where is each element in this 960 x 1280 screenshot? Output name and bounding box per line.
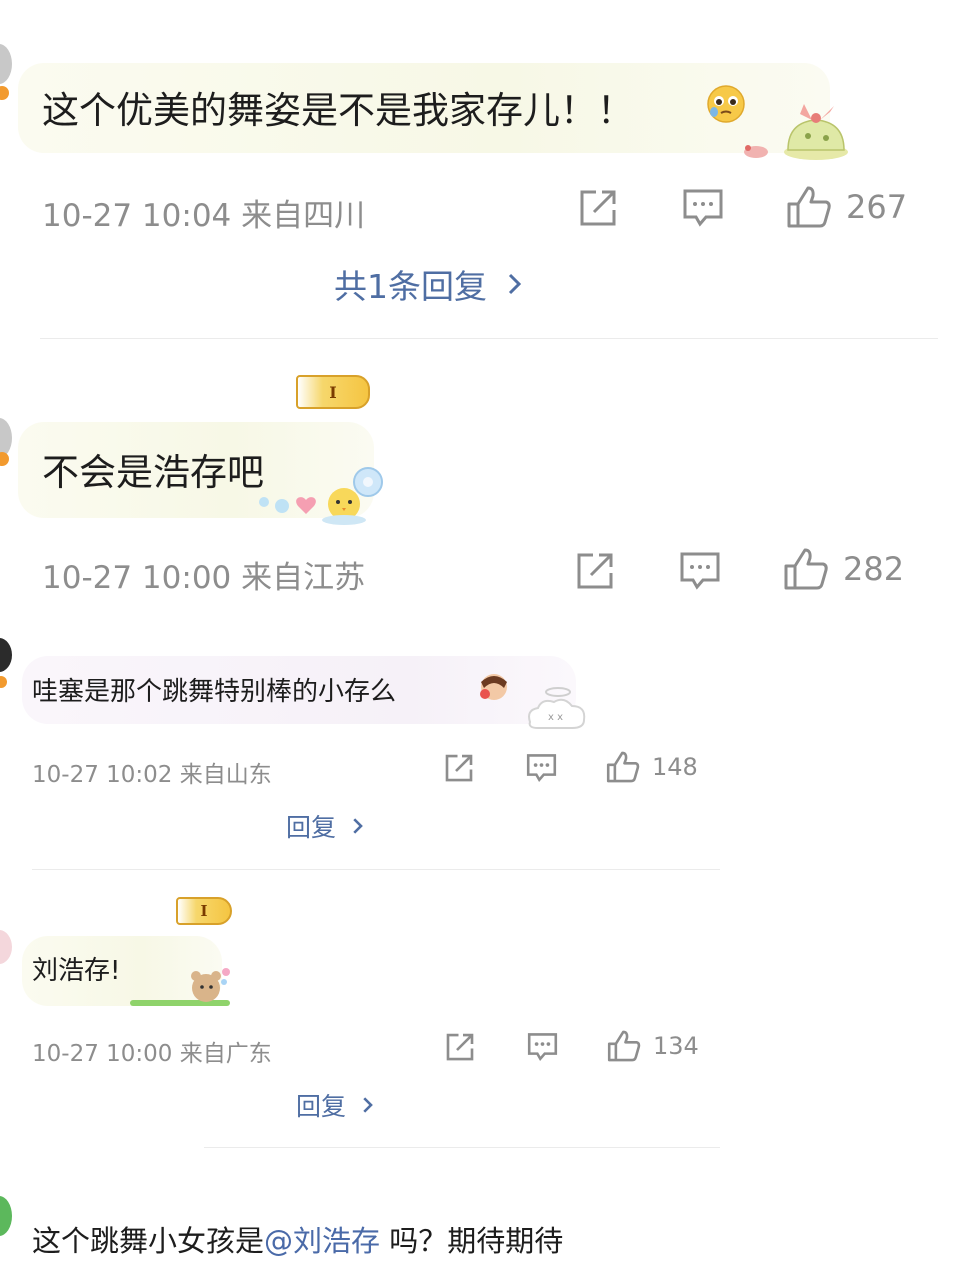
avatar[interactable] — [0, 638, 12, 672]
bear-sticker-icon — [130, 968, 230, 1006]
comment-meta: 10-27 10:00 来自江苏 — [42, 560, 366, 596]
comment-icon — [527, 1033, 558, 1062]
like-count: 148 — [652, 753, 698, 781]
badge-level: I — [200, 902, 208, 920]
view-replies-link[interactable]: 回复 — [296, 1087, 374, 1123]
comment-button[interactable] — [526, 753, 557, 783]
like-button[interactable]: 148 — [606, 750, 698, 784]
chevron-right-icon — [508, 273, 522, 295]
comment-text: 哇塞是那个跳舞特别棒的小存么 — [32, 677, 397, 707]
thumbs-up-icon — [787, 186, 831, 228]
comment-button[interactable] — [527, 1032, 558, 1062]
comment-meta: 10-27 10:00 来自广东 — [32, 1041, 272, 1067]
comment-meta: 10-27 10:04 来自四川 — [42, 198, 366, 234]
comment-icon — [526, 754, 557, 783]
comment-meta: 10-27 10:02 来自山东 — [32, 762, 272, 788]
reply-count-label: 共1条回复 — [334, 267, 487, 306]
like-count: 134 — [653, 1032, 699, 1060]
comment-text: 这个跳舞小女孩是@刘浩存 吗？期待期待 — [32, 1218, 563, 1260]
comment-button[interactable] — [682, 188, 724, 228]
share-icon — [445, 754, 473, 782]
cloud-sticker-icon: x x — [528, 687, 586, 729]
comment-text-after: 吗？期待期待 — [380, 1224, 564, 1258]
blush-emoji-icon — [480, 674, 507, 700]
share-button[interactable] — [445, 1032, 475, 1062]
comment-text: 不会是浩存吧 — [42, 451, 264, 494]
fan-level-badge: I — [296, 375, 370, 409]
chick-sticker-icon — [259, 467, 383, 525]
like-count: 267 — [846, 188, 908, 226]
view-replies-link[interactable]: 回复 — [286, 808, 364, 844]
comment-icon — [680, 552, 720, 590]
thumbs-up-icon — [606, 751, 640, 783]
divider — [204, 1147, 720, 1148]
divider — [32, 869, 720, 870]
comment-text: 这个优美的舞姿是不是我家存儿！！ — [42, 89, 634, 132]
avatar-badge-dot — [0, 452, 9, 466]
share-button[interactable] — [575, 551, 615, 591]
comment-icon — [683, 189, 723, 227]
like-button[interactable]: 282 — [783, 546, 904, 592]
avatar-badge-dot — [0, 676, 7, 688]
share-icon — [446, 1033, 474, 1061]
chevron-right-icon — [353, 818, 363, 834]
reply-count-label: 回复 — [296, 1092, 347, 1121]
svg-text:x x: x x — [548, 712, 563, 723]
like-button[interactable]: 134 — [607, 1029, 699, 1063]
thumbs-up-icon — [784, 548, 828, 590]
divider — [40, 338, 938, 339]
comment-text-before: 这个跳舞小女孩是 — [32, 1224, 265, 1258]
comment-button[interactable] — [679, 551, 721, 591]
avatar[interactable] — [0, 44, 12, 84]
view-replies-link[interactable]: 共1条回复 — [334, 260, 523, 308]
user-mention-link[interactable]: @刘浩存 — [264, 1224, 380, 1258]
reply-count-label: 回复 — [286, 813, 337, 842]
avatar[interactable] — [0, 930, 12, 964]
share-icon — [580, 190, 616, 226]
chevron-right-icon — [363, 1097, 373, 1113]
share-button[interactable] — [578, 188, 618, 228]
comment-text: 刘浩存! — [32, 956, 121, 986]
avatar-badge-dot — [0, 86, 9, 100]
share-button[interactable] — [444, 753, 474, 783]
share-icon — [577, 553, 613, 589]
fan-level-badge: I — [176, 897, 232, 925]
thumbs-up-icon — [607, 1030, 641, 1062]
like-button[interactable]: 267 — [786, 184, 907, 230]
badge-level: I — [329, 382, 337, 402]
like-count: 282 — [843, 550, 905, 588]
avatar[interactable] — [0, 1196, 12, 1236]
pudding-sticker-icon — [744, 104, 848, 160]
